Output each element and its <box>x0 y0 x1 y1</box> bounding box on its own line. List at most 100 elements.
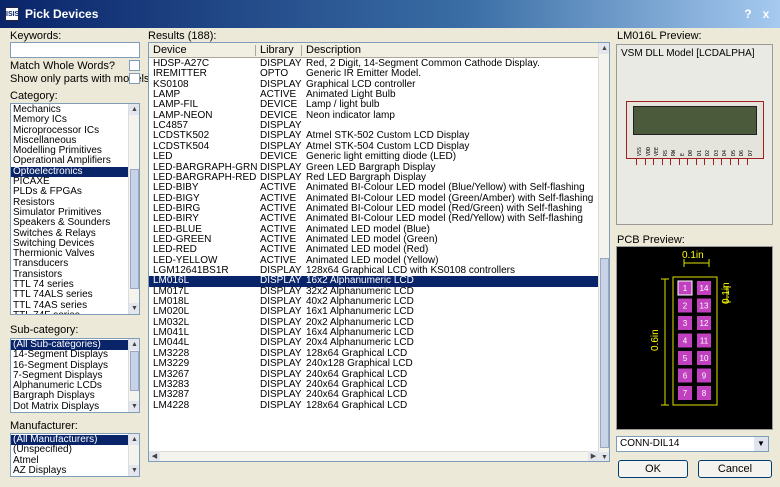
pin-label: VSS <box>637 146 643 156</box>
scroll-thumb[interactable] <box>130 169 139 289</box>
keywords-input[interactable] <box>10 42 140 58</box>
pad-number: 13 <box>700 302 709 311</box>
description-cell: 128x64 Graphical LCD <box>306 399 408 411</box>
manufacturer-item[interactable]: AZ Displays <box>11 465 139 476</box>
pin-tick <box>687 159 688 165</box>
match-whole-words-checkbox[interactable] <box>129 60 140 71</box>
manufacturer-label: Manufacturer: <box>10 420 78 432</box>
pin-label: VEE <box>654 146 660 156</box>
pitch-dimension: 0.1in <box>682 250 704 261</box>
subcategory-label: Sub-category: <box>10 324 79 336</box>
library-cell: DISPLAY <box>260 399 302 411</box>
library-cell: ACTIVE <box>260 182 297 194</box>
description-cell: 240x128 Graphical LCD <box>306 358 413 370</box>
pin-tick <box>653 159 654 165</box>
scroll-up-icon[interactable]: ▲ <box>129 339 139 350</box>
row-dimension: 0.6in <box>650 329 661 351</box>
pin-tick <box>695 159 697 165</box>
result-row[interactable]: LM4228 DISPLAY 128x64 Graphical LCD <box>149 399 599 411</box>
pcb-label: PCB Preview: <box>617 234 685 246</box>
result-row[interactable]: LAMP-NEON DEVICE Neon indicator lamp <box>149 110 599 121</box>
results-header: Device Library Description <box>149 43 599 58</box>
app-icon: ISIS <box>5 7 19 21</box>
device-cell: LED <box>153 151 173 163</box>
scroll-down-icon[interactable]: ▼ <box>129 401 139 412</box>
subcategory-scrollbar[interactable]: ▲ ▼ <box>128 339 139 412</box>
pad-number: 10 <box>700 354 709 363</box>
scroll-right-icon[interactable]: ▶ <box>588 451 599 461</box>
pad-number: 4 <box>683 337 688 346</box>
pin-label: D0 <box>688 149 694 156</box>
scroll-down-icon[interactable]: ▼ <box>129 303 139 314</box>
device-cell: LED-BIBY <box>153 182 199 194</box>
column-library[interactable]: Library <box>260 44 294 56</box>
description-cell: Generic light emitting diode (LED) <box>306 151 457 163</box>
pin-label: D5 <box>730 149 737 156</box>
category-list[interactable]: Mechanics Memory ICs Microprocessor ICs Mis… <box>10 103 140 315</box>
scroll-up-icon[interactable]: ▲ <box>599 43 609 54</box>
results-hscrollbar[interactable]: ◀ ▶ <box>149 451 599 461</box>
pcb-drawing: 1234567141312111098 <box>661 259 731 406</box>
package-select[interactable]: CONN-DIL14 ▼ <box>616 436 769 452</box>
scroll-left-icon[interactable]: ◀ <box>149 451 160 461</box>
category-item[interactable]: TTL 74F series <box>11 310 139 314</box>
pin-tick <box>704 159 705 165</box>
manufacturer-scrollbar[interactable]: ▲ ▼ <box>128 434 139 476</box>
pin-tick <box>738 159 739 165</box>
pad-number: 9 <box>702 372 707 381</box>
subcategory-list[interactable]: (All Sub-categories) 14-Segment Displays 1… <box>10 338 140 413</box>
pad-number: 12 <box>700 319 709 328</box>
scroll-up-icon[interactable]: ▲ <box>129 104 139 115</box>
pin-label: D3 <box>713 149 720 156</box>
result-row[interactable]: LM3287 DISPLAY 240x64 Graphical LCD <box>149 389 599 401</box>
pin-label: D2 <box>705 149 711 156</box>
scroll-up-icon[interactable]: ▲ <box>129 434 139 445</box>
pcb-preview: 1 2 3 4 5 6 7 14 13 12 11 10 9 8 0.1in 0.1in 0.6in <box>616 246 773 430</box>
results-label: Results (188): <box>148 30 217 42</box>
device-preview: VSM DLL Model [LCDALPHA] VSS VDD VEE RS RW E D… <box>616 44 773 225</box>
cancel-button[interactable]: Cancel <box>698 460 772 478</box>
scroll-thumb[interactable] <box>600 258 609 448</box>
device-cell: LM3287 <box>153 389 190 401</box>
library-cell: DEVICE <box>260 151 298 163</box>
pin-tick <box>644 159 646 165</box>
help-button[interactable]: ? <box>740 6 756 22</box>
device-cell: LM4228 <box>153 399 190 411</box>
chevron-down-icon[interactable]: ▼ <box>754 437 768 451</box>
scroll-thumb[interactable] <box>130 351 139 391</box>
pin-tick <box>729 159 731 165</box>
result-row[interactable]: LED DEVICE Generic light emitting diode (L… <box>149 151 599 163</box>
column-device[interactable]: Device <box>153 44 187 56</box>
column-description[interactable]: Description <box>306 44 361 56</box>
model-text: VSM DLL Model [LCDALPHA] <box>621 48 755 59</box>
results-scrollbar[interactable]: ▲ ▼ <box>598 43 609 461</box>
category-scrollbar[interactable]: ▲ ▼ <box>128 104 139 314</box>
library-cell: DISPLAY <box>260 389 302 401</box>
pin-label: RS <box>662 149 669 156</box>
close-button[interactable]: x <box>758 6 774 22</box>
result-row[interactable]: LED-BIBY ACTIVE Animated BI-Colour LED mod… <box>149 182 599 194</box>
pin-label: D6 <box>739 149 745 156</box>
subcategory-item[interactable]: Dot Matrix Displays <box>11 401 139 412</box>
category-label: Category: <box>10 90 58 102</box>
show-only-models-checkbox[interactable] <box>129 73 140 84</box>
results-table[interactable]: Device Library Description HDSP-A27C DISP… <box>148 42 610 462</box>
pin-label: RW <box>671 149 677 156</box>
scroll-down-icon[interactable]: ▼ <box>599 452 609 461</box>
title-bar[interactable]: ISIS Pick Devices ? x <box>0 0 780 28</box>
pin-label: D1 <box>696 149 703 156</box>
library-cell: DISPLAY <box>260 358 302 370</box>
pad-number: 5 <box>683 354 688 363</box>
package-value: CONN-DIL14 <box>620 438 680 449</box>
ok-button[interactable]: OK <box>618 460 688 478</box>
scroll-down-icon[interactable]: ▼ <box>129 465 139 476</box>
description-cell: 240x64 Graphical LCD <box>306 389 408 401</box>
description-cell: Animated BI-Colour LED model (Blue/Yello… <box>306 182 585 194</box>
manufacturer-list[interactable]: (All Manufacturers) (Unspecified) Atmel AZ … <box>10 433 140 477</box>
result-row[interactable]: LM3229 DISPLAY 240x128 Graphical LCD <box>149 358 599 370</box>
pin-tick <box>670 159 671 165</box>
lcd-symbol: VSS VDD VEE RS RW E D0 D1 D2 D3 D4 D5 D6 D7 <box>626 101 764 159</box>
pin-tick <box>712 159 714 165</box>
pad-number: 2 <box>683 302 688 311</box>
preview-label: LM016L Preview: <box>617 30 702 42</box>
